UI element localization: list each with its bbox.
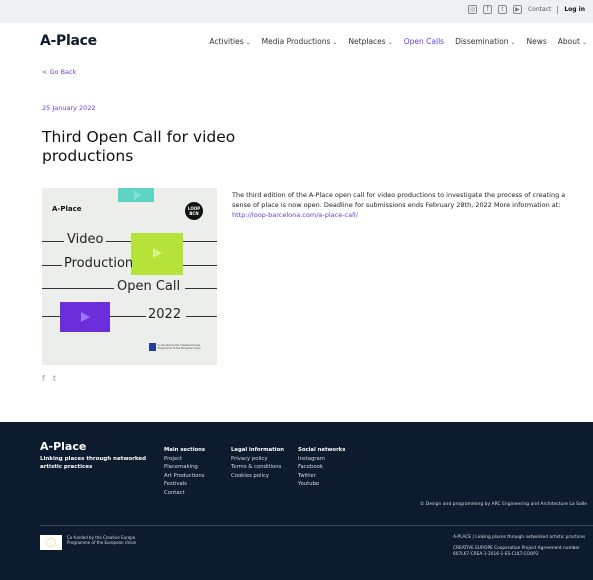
footer-link-facebook[interactable]: Facebook (298, 463, 345, 472)
instagram-icon[interactable]: ◎ (467, 5, 477, 14)
nav-item-netplaces[interactable]: Netplaces ⌄ (348, 37, 392, 46)
eu-flag-icon (149, 342, 156, 351)
poster-line (42, 316, 60, 317)
nav-item-label: Netplaces (348, 37, 386, 46)
nav-item-label: Dissemination (455, 37, 509, 46)
top-utility-bar: ◎ f t ▶ Contact Log in (0, 0, 593, 23)
poster-line (185, 288, 217, 289)
article-link[interactable]: http://loop-barcelona.com/a-place-call/ (232, 211, 358, 219)
nav-item-about[interactable]: About ⌄ (558, 37, 587, 46)
poster-logo: A-Place (52, 205, 82, 213)
poster-line (183, 241, 217, 242)
nav-item-label: About (557, 37, 580, 46)
footer-link-art-productions[interactable]: Art Productions (164, 472, 205, 481)
footer-link-cookies-policy[interactable]: Cookies policy (231, 472, 284, 481)
chevron-down-icon: ⌄ (510, 39, 516, 46)
poster-line (183, 265, 217, 266)
footer-link-terms[interactable]: Terms & conditions (231, 463, 284, 472)
nav-menu: Activities ⌄ Media Productions ⌄ Netplaces… (209, 37, 587, 46)
chevron-down-icon: ⌄ (581, 39, 587, 46)
nav-item-label: Activities (209, 37, 244, 46)
youtube-icon[interactable]: ▶ (512, 5, 522, 14)
share-links: f t (42, 374, 56, 383)
chevron-down-icon: ⌄ (245, 39, 251, 46)
poster-line (42, 241, 64, 242)
twitter-icon[interactable]: t (53, 374, 56, 383)
poster-line (110, 316, 146, 317)
footer-agreement-number: CREATIVE EUROPE Cooperation Project Agre… (453, 546, 580, 557)
article-title: Third Open Call for video productions (42, 128, 236, 165)
footer-link-project[interactable]: Project (164, 455, 205, 464)
facebook-icon[interactable]: f (482, 5, 492, 14)
footer-main-sections: Main sections Project Placemaking Art Pr… (164, 446, 205, 498)
article-body: The third edition of the A-Place open ca… (232, 190, 582, 220)
divider (557, 5, 559, 14)
footer-cofund-badge: Co-funded by the Creative Europe Program… (40, 535, 147, 550)
footer-column-heading: Legal information (231, 447, 284, 453)
facebook-icon[interactable]: f (42, 374, 45, 383)
poster-text-production: Production (64, 256, 134, 271)
chevron-down-icon: ⌄ (332, 39, 338, 46)
main-navigation: A-Place Activities ⌄ Media Productions ⌄ N… (0, 23, 593, 58)
login-link[interactable]: Log in (564, 6, 585, 13)
footer-link-youtube[interactable]: Youtube (298, 480, 345, 489)
footer-logo[interactable]: A-Place (40, 440, 86, 453)
poster-line (186, 316, 217, 317)
eu-flag-icon (40, 535, 62, 550)
loop-bcn-logo: LOOP BCN (185, 202, 203, 220)
contact-link[interactable]: Contact (528, 6, 551, 13)
poster-line (42, 265, 62, 266)
nav-item-label: Media Productions (261, 37, 331, 46)
open-call-poster-image: A-Place LOOP BCN Video Production Open C… (42, 188, 217, 365)
footer-legal-information: Legal information Privacy policy Terms &… (231, 446, 284, 480)
poster-text-video: Video (67, 232, 104, 247)
nav-item-open-calls[interactable]: Open Calls (404, 37, 444, 46)
site-footer: A-Place Linking places through networked… (0, 422, 593, 580)
top-utility-links: ◎ f t ▶ Contact Log in (467, 5, 585, 14)
nav-item-dissemination[interactable]: Dissemination ⌄ (455, 37, 515, 46)
footer-link-festivals[interactable]: Festivals (164, 480, 205, 489)
footer-link-contact[interactable]: Contact (164, 489, 205, 498)
poster-line (42, 288, 114, 289)
footer-tagline: Linking places through networked artisti… (40, 456, 147, 470)
footer-link-twitter[interactable]: Twitter (298, 472, 345, 481)
play-icon (153, 248, 162, 258)
poster-eu-text: Co-funded by the Creative Europe Program… (157, 343, 201, 350)
footer-divider (40, 525, 593, 526)
play-icon (81, 312, 90, 322)
footer-project-info: A-PLACE | Linking places through network… (453, 535, 588, 563)
footer-column-heading: Social networks (298, 447, 346, 453)
poster-eu-badge: Co-funded by the Creative Europe Program… (149, 341, 205, 352)
footer-column-heading: Main sections (164, 447, 206, 453)
go-back-link[interactable]: < Go Back (42, 68, 76, 76)
footer-link-placemaking[interactable]: Placemaking (164, 463, 205, 472)
play-icon (134, 190, 141, 200)
nav-item-news[interactable]: News (527, 37, 547, 46)
footer-project-name: A-PLACE | Linking places through network… (453, 535, 586, 540)
poster-line (106, 241, 131, 242)
footer-link-privacy-policy[interactable]: Privacy policy (231, 455, 284, 464)
twitter-icon[interactable]: t (497, 5, 507, 14)
footer-social-networks: Social networks Instagram Facebook Twitt… (298, 446, 345, 489)
poster-text-open-call: Open Call (117, 279, 181, 294)
footer-link-instagram[interactable]: Instagram (298, 455, 345, 464)
footer-cofund-text: Co-funded by the Creative Europe Program… (67, 535, 137, 545)
article-date: 25 January 2022 (42, 104, 96, 112)
chevron-down-icon: ⌄ (387, 39, 393, 46)
nav-item-media-productions[interactable]: Media Productions ⌄ (262, 37, 338, 46)
article-body-text: The third edition of the A-Place open ca… (232, 191, 566, 209)
nav-item-activities[interactable]: Activities ⌄ (209, 37, 250, 46)
footer-credit: © Design and programming by ARC Engineer… (419, 502, 587, 507)
site-logo[interactable]: A-Place (40, 33, 97, 49)
poster-text-year: 2022 (148, 307, 182, 322)
